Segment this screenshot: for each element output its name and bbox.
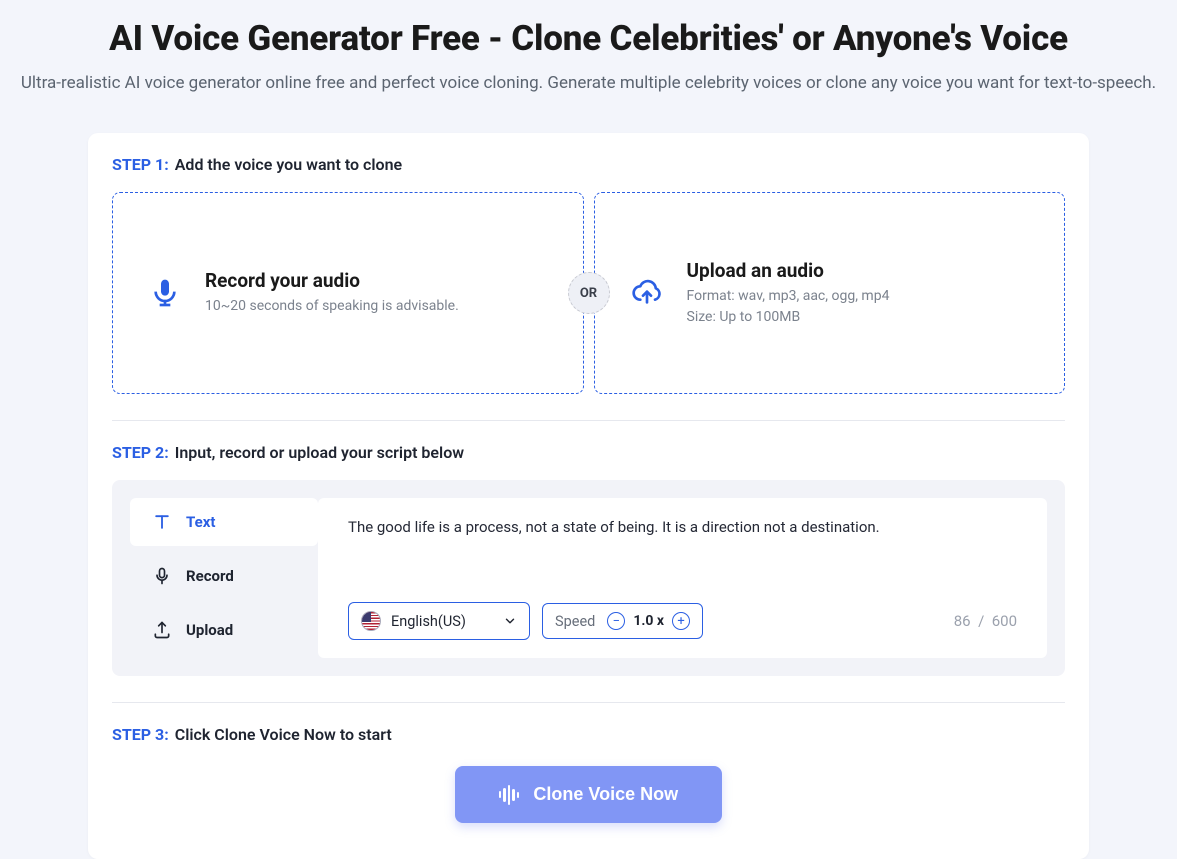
page-subtitle: Ultra-realistic AI voice generator onlin…	[0, 73, 1177, 93]
upload-audio-title: Upload an audio	[687, 259, 890, 282]
tab-upload-label: Upload	[186, 621, 233, 639]
waveform-icon	[499, 785, 520, 805]
divider	[112, 420, 1065, 421]
record-audio-desc: 10~20 seconds of speaking is advisable.	[205, 296, 459, 316]
us-flag-icon	[361, 611, 381, 631]
microphone-icon	[147, 275, 183, 311]
speed-decrease-button[interactable]: −	[607, 612, 625, 630]
step-1-label: STEP 1:	[112, 155, 169, 174]
tab-record-label: Record	[186, 567, 234, 585]
speed-control: Speed − 1.0 x +	[542, 603, 703, 639]
step-1-text: Add the voice you want to clone	[175, 155, 402, 174]
script-body: The good life is a process, not a state …	[318, 498, 1047, 658]
script-tabs: Text Record Upload	[130, 498, 318, 658]
tab-record[interactable]: Record	[130, 552, 318, 600]
step-2-text: Input, record or upload your script belo…	[175, 443, 464, 462]
voice-source-options: Record your audio 10~20 seconds of speak…	[112, 192, 1065, 394]
record-audio-option[interactable]: Record your audio 10~20 seconds of speak…	[112, 192, 584, 394]
step-2-header: STEP 2: Input, record or upload your scr…	[112, 443, 1065, 462]
clone-voice-button[interactable]: Clone Voice Now	[455, 766, 722, 823]
speed-value: 1.0 x	[633, 613, 664, 629]
tab-upload[interactable]: Upload	[130, 606, 318, 654]
clone-voice-label: Clone Voice Now	[533, 784, 678, 805]
text-icon	[152, 512, 172, 532]
main-card: STEP 1: Add the voice you want to clone …	[88, 133, 1089, 859]
upload-audio-option[interactable]: Upload an audio Format: wav, mp3, aac, o…	[594, 192, 1066, 394]
step-3-text: Click Clone Voice Now to start	[175, 725, 392, 744]
language-value: English(US)	[391, 613, 466, 630]
language-select[interactable]: English(US)	[348, 602, 530, 640]
speed-increase-button[interactable]: +	[672, 612, 690, 630]
script-panel: Text Record Upload	[112, 480, 1065, 676]
script-textarea[interactable]: The good life is a process, not a state …	[348, 518, 1017, 536]
or-divider: OR	[568, 272, 610, 314]
chevron-down-icon	[503, 614, 517, 628]
upload-small-icon	[152, 620, 172, 640]
upload-audio-desc: Format: wav, mp3, aac, ogg, mp4 Size: Up…	[687, 286, 890, 327]
tab-text-label: Text	[186, 513, 215, 531]
speed-label: Speed	[555, 613, 595, 630]
cloud-upload-icon	[629, 275, 665, 311]
tab-text[interactable]: Text	[130, 498, 318, 546]
step-1-header: STEP 1: Add the voice you want to clone	[112, 155, 1065, 174]
divider	[112, 702, 1065, 703]
page-title: AI Voice Generator Free - Clone Celebrit…	[0, 0, 1177, 59]
step-2-label: STEP 2:	[112, 443, 169, 462]
step-3-label: STEP 3:	[112, 725, 169, 744]
char-counter: 86 / 600	[954, 612, 1017, 630]
record-audio-title: Record your audio	[205, 269, 459, 292]
mic-small-icon	[152, 566, 172, 586]
step-3-header: STEP 3: Click Clone Voice Now to start	[112, 725, 1065, 744]
script-controls: English(US) Speed − 1.0 x + 86 / 600	[348, 602, 1017, 640]
